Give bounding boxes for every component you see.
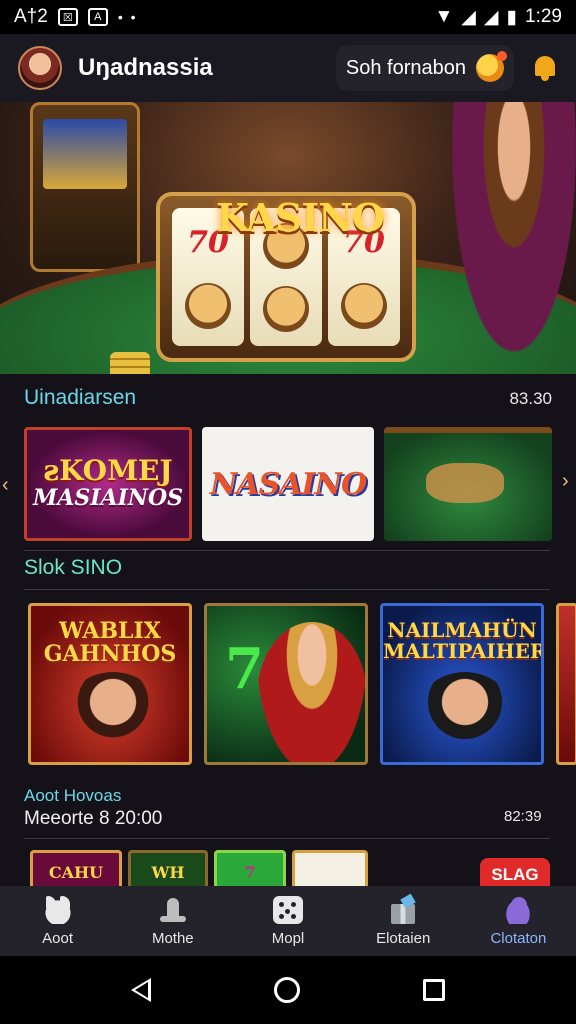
app-title: Uŋadnassia — [78, 54, 213, 81]
chevron-left-icon[interactable]: ‹ — [2, 474, 9, 497]
nav-label: Clotaton — [490, 929, 547, 947]
signal-icon-2: ◢ — [483, 6, 499, 28]
game-card[interactable]: WABLIX GAHNHOS — [28, 603, 192, 765]
game-carousel-1: ƨKOMEJ MASIAINOS NASAINO — [24, 427, 552, 541]
chevron-right-icon[interactable]: › — [562, 470, 569, 493]
nav-item-elotaien[interactable]: Elotaien — [346, 886, 461, 956]
game-card[interactable]: 7 — [214, 850, 286, 890]
game-card-title: NAILMAHÜN MALTIPAIHER — [383, 618, 544, 663]
game-card-partial[interactable] — [556, 603, 576, 765]
more-notifications-icon: • • — [117, 9, 138, 25]
chip-stack-icon — [110, 352, 150, 374]
game-card-title: ƨKOMEJ — [43, 454, 173, 487]
character-image — [413, 672, 517, 762]
avatar[interactable] — [18, 46, 62, 90]
nav-item-aoot[interactable]: Aoot — [0, 886, 115, 956]
divider — [24, 838, 550, 839]
game-card[interactable]: 7 — [204, 603, 368, 765]
game-card-title: NASAINO — [209, 466, 367, 502]
promo-button[interactable]: Soh fornabon — [335, 45, 514, 91]
divider — [24, 550, 550, 551]
reel-face-icon — [263, 285, 309, 332]
game-carousel-3: CAHU WH 7 — [30, 850, 368, 890]
status-left-text: A†2 — [14, 6, 48, 27]
character-image — [257, 622, 365, 762]
dealer-image — [452, 102, 576, 352]
game-card-title: 7 — [244, 863, 256, 882]
nav-item-mothe[interactable]: Mothe — [115, 886, 230, 956]
bell-icon[interactable] — [532, 54, 558, 82]
slot-machine-image — [30, 102, 140, 272]
app-screen: A†2 ☒ A • • ▼ ◢ ◢ ▮ 1:29 Uŋadnassia Soh … — [0, 0, 576, 1024]
game-card[interactable]: NAILMAHÜN MALTIPAIHER — [380, 603, 544, 765]
game-card-subtitle: MASIAINOS — [32, 485, 184, 511]
coin-icon — [476, 51, 507, 82]
section-count: 83.30 — [509, 389, 552, 408]
wifi-icon: ▼ — [434, 6, 454, 27]
system-nav-bar — [0, 956, 576, 1024]
status-time: 1:29 — [525, 6, 562, 27]
hero-logo: KASINO — [216, 195, 385, 240]
section-header-2: Slok SINO — [24, 556, 552, 580]
gift-icon — [388, 896, 418, 924]
home-icon[interactable] — [273, 977, 300, 1003]
cloud-icon — [503, 895, 534, 924]
game-card[interactable]: ƨKOMEJ MASIAINOS — [24, 427, 192, 541]
dice-icon — [273, 895, 303, 924]
nav-label: Mothe — [151, 929, 194, 947]
game-card[interactable] — [292, 850, 368, 890]
character-image — [61, 672, 165, 762]
nav-label: Mopl — [271, 929, 305, 947]
section-title: Slok SINO — [24, 556, 123, 579]
app-header: Uŋadnassia Soh fornabon — [0, 34, 576, 102]
status-bar: A†2 ☒ A • • ▼ ◢ ◢ ▮ 1:29 — [0, 0, 576, 34]
game-card-title: WH — [151, 863, 185, 882]
section-count: 82:39 — [504, 808, 542, 825]
back-icon[interactable] — [131, 978, 152, 1002]
divider — [24, 589, 550, 590]
reel-face-icon — [341, 282, 387, 329]
cat-icon — [42, 895, 73, 924]
promo-label: Soh fornabon — [345, 56, 466, 79]
game-card[interactable] — [384, 427, 552, 541]
bottom-nav: Aoot Mothe Mopl Elotaien Clotaton — [0, 886, 576, 956]
game-card[interactable]: NASAINO — [202, 427, 374, 541]
hat-icon — [158, 896, 188, 924]
game-card[interactable]: WH — [128, 850, 208, 890]
recents-icon[interactable] — [422, 979, 445, 1001]
game-card[interactable]: CAHU — [30, 850, 122, 890]
signal-icon: ◢ — [461, 6, 476, 28]
game-card-title: CAHU — [48, 863, 104, 882]
app-notification-icon: A — [87, 8, 108, 26]
section-header-1: Uinadiarsen 83.30 — [24, 386, 552, 410]
nav-label: Aoot — [42, 929, 74, 947]
game-card-title: WABLIX GAHNHOS — [43, 618, 177, 668]
notification-icon: ☒ — [57, 8, 78, 26]
nav-label: Elotaien — [376, 929, 431, 947]
section-title: Uinadiarsen — [24, 386, 137, 409]
section-title: Aoot Hovoas — [24, 786, 122, 805]
game-carousel-2: WABLIX GAHNHOS 7 NAILMAHÜN MALTIPAIHER — [28, 603, 576, 765]
section-subtitle: Meeorte 8 20:00 — [24, 808, 163, 829]
battery-icon: ▮ — [506, 6, 518, 28]
nav-item-clotaton[interactable]: Clotaton — [461, 886, 576, 956]
nav-item-mopl[interactable]: Mopl — [230, 886, 345, 956]
reel-face-icon — [185, 282, 231, 329]
hero-banner[interactable]: 70 70 KASINO — [0, 102, 576, 374]
